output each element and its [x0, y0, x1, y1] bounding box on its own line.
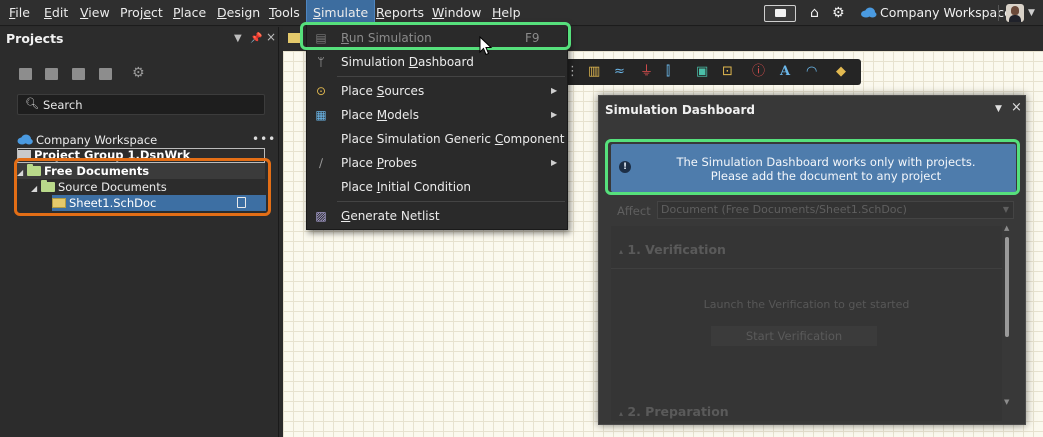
collapse-arrow-icon: ▴ [619, 409, 624, 418]
menu-item-simulation-dashboard[interactable]: ᛘ Simulation Dashboard [307, 50, 567, 74]
panel-menu-icon[interactable]: ▼ [995, 104, 1002, 114]
search-input[interactable] [43, 97, 258, 112]
component-icon[interactable]: ▥ [588, 65, 600, 79]
scroll-up-icon[interactable]: ▲ [1004, 224, 1009, 232]
probe-pen-icon: ∕ [318, 156, 324, 170]
cloud-icon [17, 134, 33, 145]
pin-icon[interactable]: 📌 [250, 33, 262, 44]
menu-item-generate-netlist[interactable]: ▨ Generate Netlist [307, 204, 567, 228]
collapse-arrow-icon: ▴ [619, 247, 624, 256]
green-highlight-box [605, 139, 1020, 195]
mouse-cursor-icon [479, 36, 493, 56]
verification-section: ▴ 1. Verification Launch the Verificatio… [611, 226, 1002, 421]
section-header[interactable]: ▴ 1. Verification [619, 242, 726, 257]
avatar[interactable] [1006, 4, 1024, 22]
home-icon[interactable]: ⌂ [810, 4, 824, 22]
gear-icon[interactable]: ⚙ [132, 65, 145, 81]
menu-separator [337, 76, 565, 77]
wire-icon[interactable]: ≈ [614, 65, 625, 79]
menu-project[interactable]: Project [120, 0, 163, 26]
workspace-row[interactable]: Company Workspace [17, 132, 157, 148]
menu-item-place-models[interactable]: ▦ Place Models ▶ [307, 103, 567, 127]
menu-view[interactable]: View [80, 0, 110, 26]
add-comment-button[interactable] [764, 5, 796, 22]
orange-highlight-box [14, 158, 271, 216]
source-icon: ⊙ [315, 84, 327, 98]
divider [611, 268, 1002, 269]
bus-icon[interactable]: ⫿ [666, 65, 670, 79]
chevron-down-icon: ▼ [1002, 205, 1009, 214]
copy-icon[interactable] [45, 68, 58, 80]
menu-item-place-initial-condition[interactable]: Place Initial Condition [307, 175, 567, 199]
gear-icon[interactable]: ⚙ [832, 4, 846, 22]
menu-item-place-generic-component[interactable]: Place Simulation Generic Component [307, 127, 567, 151]
arc-icon[interactable]: ◠ [806, 65, 817, 79]
menu-file[interactable]: File [9, 0, 30, 26]
schematic-doc-icon[interactable] [288, 33, 300, 43]
menu-item-place-probes[interactable]: ∕ Place Probes ▶ [307, 151, 567, 175]
panel-title: Simulation Dashboard [605, 103, 756, 117]
workspace-selector[interactable]: Company Workspace [880, 0, 1012, 26]
more-options-icon[interactable]: ••• [252, 132, 276, 146]
text-icon[interactable]: A [780, 65, 790, 79]
menu-item-place-sources[interactable]: ⊙ Place Sources ▶ [307, 79, 567, 103]
simulate-menu: ▤ Run Simulation F9 ᛘ Simulation Dashboa… [306, 24, 568, 230]
start-verification-button[interactable]: Start Verification [711, 326, 877, 346]
affect-label: Affect [617, 204, 651, 218]
search-box[interactable]: 🔍︎ [17, 94, 265, 115]
folder-compile-icon[interactable] [72, 68, 85, 80]
verification-hint: Launch the Verification to get started [703, 298, 910, 311]
submenu-arrow-icon: ▶ [551, 86, 558, 95]
port-icon[interactable]: ▣ [696, 65, 708, 79]
close-icon[interactable]: × [266, 30, 276, 44]
scrollbar-thumb[interactable] [1005, 237, 1009, 337]
net-label-icon[interactable]: ⊡ [722, 65, 733, 79]
chevron-down-icon[interactable]: ▼ [1028, 4, 1035, 22]
panel-menu-icon[interactable]: ▼ [234, 33, 242, 44]
projects-panel: Projects ▼ 📌 × ⚙ 🔍︎ Company Workspace ••… [0, 27, 279, 437]
scroll-down-icon[interactable]: ▼ [1004, 398, 1009, 406]
dashboard-icon: ᛘ [317, 55, 325, 69]
menu-place[interactable]: Place [173, 0, 206, 26]
panel-title: Projects [6, 31, 64, 46]
folder-settings-icon[interactable] [99, 68, 112, 80]
search-icon: 🔍︎ [25, 97, 39, 110]
cloud-icon [861, 7, 877, 18]
menu-tools[interactable]: Tools [269, 0, 300, 26]
close-icon[interactable]: × [1011, 100, 1022, 115]
section-header[interactable]: ▴ 2. Preparation [619, 404, 729, 419]
menu-design[interactable]: Design [217, 0, 260, 26]
no-erc-icon[interactable]: ⓘ [752, 65, 765, 79]
submenu-arrow-icon: ▶ [551, 158, 558, 167]
probe-icon[interactable]: ◆ [836, 65, 846, 79]
netlist-icon: ▨ [315, 209, 327, 223]
model-icon: ▦ [315, 108, 327, 122]
affect-select[interactable]: Document (Free Documents/Sheet1.SchDoc) … [657, 201, 1014, 219]
menu-edit[interactable]: Edit [44, 0, 68, 26]
divider [998, 5, 999, 21]
green-highlight-box [300, 22, 571, 50]
submenu-arrow-icon: ▶ [551, 110, 558, 119]
ground-icon[interactable]: ⏚ [640, 65, 653, 79]
save-icon[interactable] [19, 68, 32, 80]
menu-separator [337, 201, 565, 202]
